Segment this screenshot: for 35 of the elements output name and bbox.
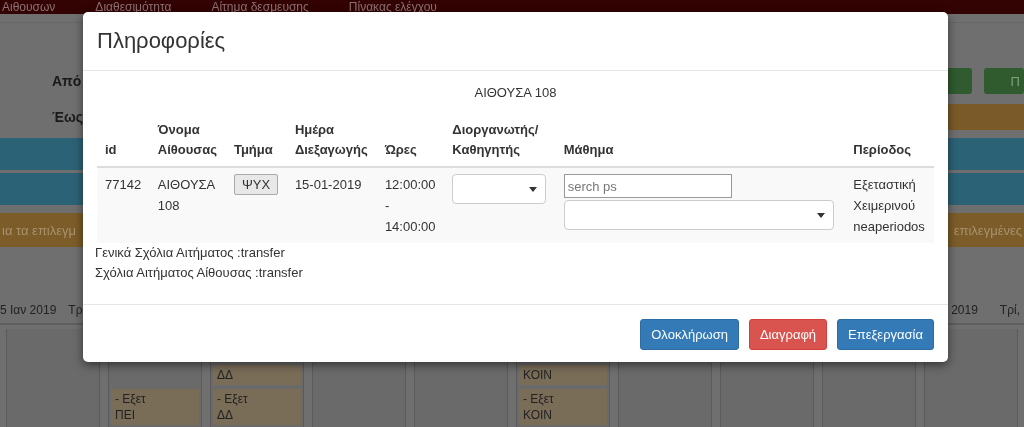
dialog-title: Πληροφορίες xyxy=(97,28,226,53)
organizer-select[interactable] xyxy=(452,174,547,204)
dialog-button[interactable]: Ολοκλήρωση xyxy=(640,319,739,350)
calendar-event[interactable]: ΔΔ xyxy=(213,365,301,385)
day-header: Τρί, xyxy=(999,303,1020,317)
calendar-event[interactable]: - Εξετ ΚΟΙΝ xyxy=(519,389,607,425)
table-cell: 77142 xyxy=(97,167,150,243)
filter-button[interactable]: Π xyxy=(984,68,1024,94)
date-header: 2019 xyxy=(951,303,978,317)
banner-text: ια τα επιλεγμ xyxy=(1,222,78,238)
table-cell: Εξεταστική Χειμερινού neaperiodos xyxy=(845,167,934,243)
nav-link[interactable]: Αίτημα δεσμευσης xyxy=(211,1,309,14)
calendar-event[interactable]: ΚΟΙΝ xyxy=(519,365,607,385)
table-cell: 12:00:00 - 14:00:00 xyxy=(376,167,445,243)
table-cell: ΑΙΘΟΥΣΑ 108 xyxy=(149,167,226,243)
banner-text: επιλεγμένες xyxy=(952,222,1023,238)
caret-icon xyxy=(529,187,538,192)
department-button[interactable]: ΨΥΧ xyxy=(233,174,279,195)
to-label: Έως xyxy=(52,109,84,125)
table-cell: 15-01-2019 xyxy=(286,167,377,243)
from-label: Από xyxy=(52,73,82,89)
date-header: 5 Ιαν 2019 xyxy=(0,303,57,317)
caret-icon xyxy=(816,213,825,218)
calendar-event[interactable]: - Εξετ ΔΔ xyxy=(213,389,301,425)
comment-text: Γενικά Σχόλια Αιτήματος :transfer xyxy=(95,244,286,262)
dialog-button[interactable]: Διαγραφή xyxy=(748,319,828,350)
calendar-event[interactable]: - Εξετ ΠΕΙ xyxy=(111,389,199,425)
dialog-button[interactable]: Επεξεργασία xyxy=(837,319,934,350)
nav-link[interactable]: Διαθεσιμότητα xyxy=(95,1,172,14)
room-heading: ΑΙΘΟΥΣΑ 108 xyxy=(474,85,557,100)
course-select[interactable] xyxy=(563,200,834,230)
day-header: Τρ xyxy=(68,303,83,317)
course-search-field[interactable]: serch ps xyxy=(563,174,732,198)
nav-link[interactable]: Αιθουσων xyxy=(2,1,56,14)
comment-text: Σχόλια Αιτήματος Αίθουσας :transfer xyxy=(95,264,304,282)
